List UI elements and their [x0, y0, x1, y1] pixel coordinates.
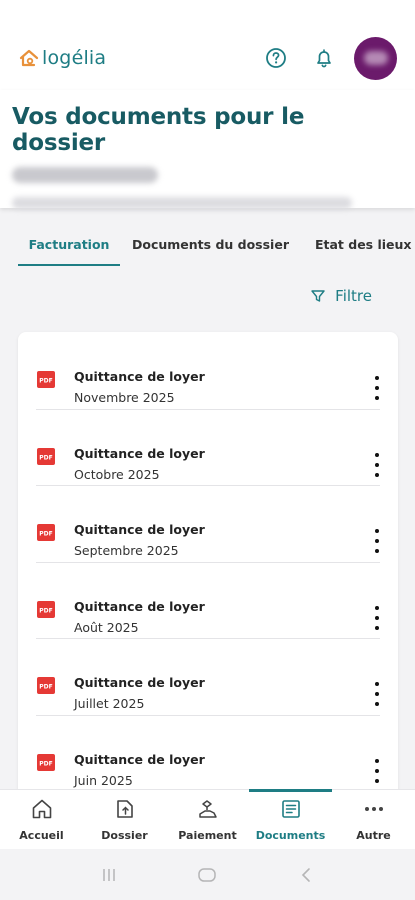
- document-title: Quittance de loyer: [74, 445, 205, 461]
- tab-etat-des-lieux[interactable]: Etat des lieux: [315, 230, 412, 266]
- avatar[interactable]: [354, 36, 397, 80]
- system-navigation-bar: [0, 849, 415, 900]
- nav-accueil[interactable]: Accueil: [0, 790, 83, 849]
- svg-text:PDF: PDF: [39, 531, 52, 538]
- pdf-file-icon: PDF: [37, 677, 55, 694]
- brand-name: logélia: [42, 47, 107, 69]
- nav-label: Dossier: [101, 829, 148, 842]
- more-options-icon[interactable]: [370, 605, 384, 630]
- more-options-icon[interactable]: [370, 452, 384, 477]
- more-icon: [361, 796, 387, 822]
- avatar-initials-redacted: [363, 51, 388, 65]
- nav-autre[interactable]: Autre: [332, 790, 415, 849]
- document-date: Octobre 2025: [74, 466, 160, 482]
- status-bar: [0, 0, 415, 26]
- svg-text:PDF: PDF: [39, 454, 52, 461]
- brand-logo: logélia: [18, 47, 106, 69]
- svg-text:PDF: PDF: [39, 607, 52, 614]
- pdf-file-icon: PDF: [37, 447, 55, 465]
- document-item[interactable]: PDF Quittance de loyer Octobre 2025: [18, 408, 398, 486]
- nav-documents[interactable]: Documents: [249, 789, 332, 849]
- home-button-icon[interactable]: [196, 864, 218, 886]
- document-title: Quittance de loyer: [74, 522, 205, 537]
- tab-documents-du-dossier[interactable]: Documents du dossier: [132, 230, 289, 266]
- pdf-file-icon: PDF: [37, 600, 55, 618]
- recent-apps-icon[interactable]: [98, 864, 120, 886]
- document-date: Juillet 2025: [74, 696, 145, 711]
- filter-button[interactable]: Filtre: [310, 287, 372, 305]
- bottom-navigation: Accueil Dossier Paiement Documents Autre: [0, 789, 415, 849]
- document-item[interactable]: PDF Quittance de loyer Juillet 2025: [18, 638, 398, 715]
- document-title: Quittance de loyer: [74, 751, 205, 767]
- svg-text:PDF: PDF: [39, 760, 52, 767]
- redacted-dossier-name: [12, 167, 158, 183]
- document-item[interactable]: PDF Quittance de loyer Juin 2025: [18, 714, 398, 792]
- document-list: PDF Quittance de loyer Novembre 2025 PDF…: [18, 332, 398, 802]
- nav-label: Autre: [356, 829, 391, 842]
- page-title: Vos documents pour le dossier: [12, 104, 305, 156]
- payment-icon: [195, 796, 221, 822]
- nav-dossier[interactable]: Dossier: [83, 790, 166, 849]
- redacted-dossier-address: [12, 197, 352, 209]
- more-options-icon[interactable]: [370, 758, 384, 783]
- filter-label: Filtre: [335, 287, 372, 305]
- back-icon[interactable]: [295, 864, 317, 886]
- help-icon[interactable]: [263, 45, 289, 71]
- document-item[interactable]: PDF Quittance de loyer Septembre 2025: [18, 485, 398, 562]
- nav-label: Paiement: [178, 829, 237, 842]
- filter-icon: [311, 290, 325, 302]
- document-date: Novembre 2025: [74, 390, 175, 405]
- document-date: Septembre 2025: [74, 543, 179, 558]
- page-hero: Vos documents pour le dossier: [0, 90, 415, 209]
- house-logo-icon: [19, 49, 39, 67]
- document-date: Juin 2025: [74, 772, 133, 788]
- bell-icon[interactable]: [311, 45, 337, 71]
- svg-text:PDF: PDF: [39, 378, 52, 385]
- folder-icon: [112, 796, 138, 822]
- tab-facturation[interactable]: Facturation: [18, 230, 120, 266]
- header-actions: [263, 36, 397, 80]
- document-item[interactable]: PDF Quittance de loyer Août 2025: [18, 561, 398, 639]
- documents-icon: [278, 796, 304, 822]
- pdf-file-icon: PDF: [37, 371, 55, 388]
- more-options-icon[interactable]: [370, 682, 384, 706]
- document-title: Quittance de loyer: [74, 598, 205, 614]
- document-title: Quittance de loyer: [74, 369, 205, 384]
- document-title: Quittance de loyer: [74, 675, 205, 690]
- nav-label: Accueil: [19, 829, 64, 842]
- home-icon: [29, 796, 55, 822]
- app-header: logélia: [0, 26, 415, 90]
- document-date: Août 2025: [74, 619, 139, 635]
- document-item[interactable]: PDF Quittance de loyer Novembre 2025: [18, 332, 398, 409]
- pdf-file-icon: PDF: [37, 753, 55, 771]
- more-options-icon[interactable]: [370, 376, 384, 400]
- pdf-file-icon: PDF: [37, 524, 55, 541]
- svg-text:PDF: PDF: [39, 684, 52, 691]
- nav-label: Documents: [255, 829, 326, 842]
- more-options-icon[interactable]: [370, 529, 384, 553]
- nav-paiement[interactable]: Paiement: [166, 790, 249, 849]
- document-tabs: Facturation Documents du dossier Etat de…: [0, 230, 415, 266]
